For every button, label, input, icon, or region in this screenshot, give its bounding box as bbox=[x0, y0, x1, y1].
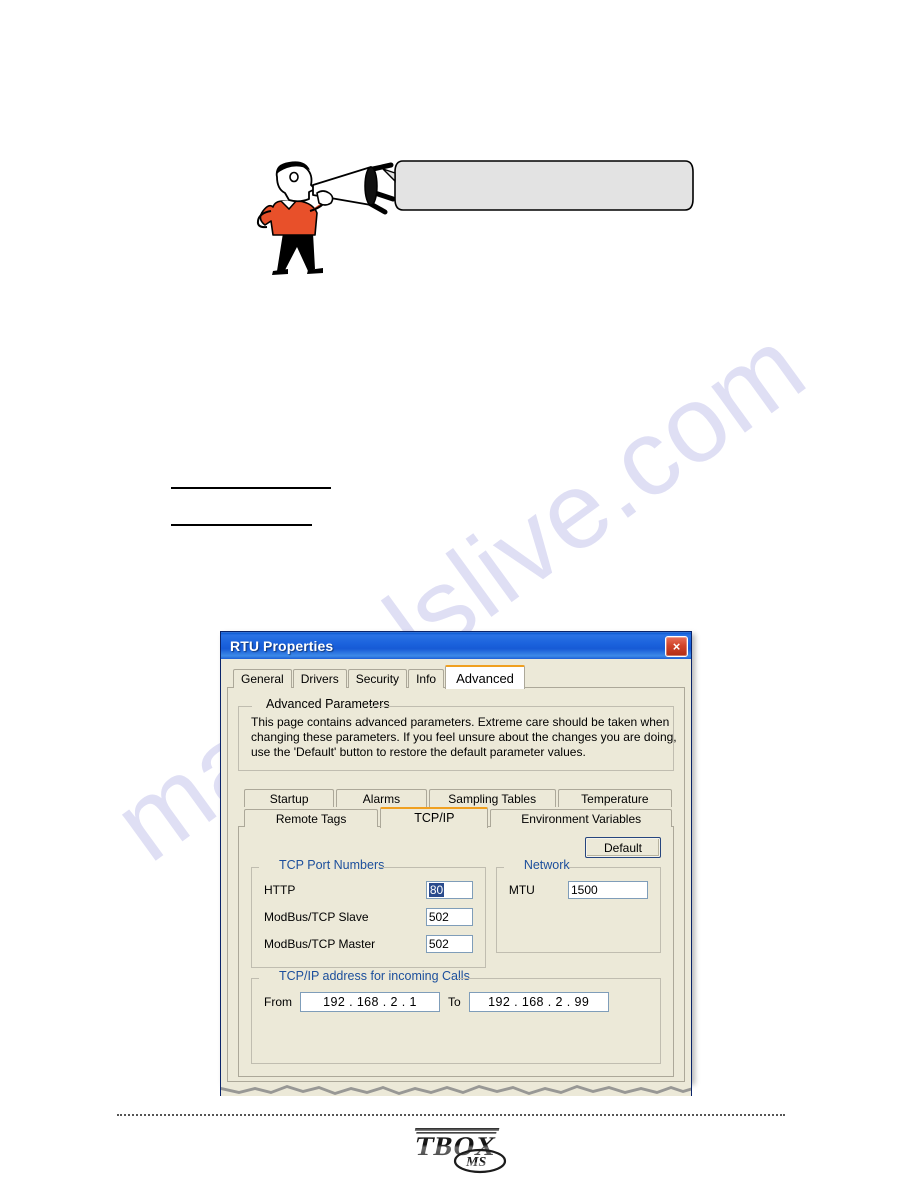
dialog-title: RTU Properties bbox=[230, 638, 334, 654]
dialog-titlebar: RTU Properties × bbox=[221, 632, 691, 659]
subtab-startup[interactable]: Startup bbox=[244, 789, 335, 807]
rtu-properties-dialog: RTU Properties × General Drivers Securit… bbox=[220, 631, 692, 1082]
ip-from-input[interactable]: 192 . 168 . 2 . 1 bbox=[300, 992, 440, 1012]
http-label: HTTP bbox=[264, 883, 296, 897]
incoming-calls-title: TCP/IP address for incoming Calls bbox=[274, 970, 475, 983]
tab-drivers[interactable]: Drivers bbox=[292, 669, 347, 688]
tbox-ms-logo: TBOX MS bbox=[396, 1125, 522, 1175]
http-port-input[interactable]: 80 bbox=[425, 881, 473, 899]
advanced-parameters-group: Advanced Parameters This page contains a… bbox=[238, 698, 677, 771]
http-port-value: 80 bbox=[428, 883, 445, 897]
description-line-1: This page contains advanced parameters. … bbox=[251, 715, 670, 729]
dialog-body: General Drivers Security Info Advanced A… bbox=[221, 659, 691, 1082]
subtab-remote-tags[interactable]: Remote Tags bbox=[244, 809, 379, 827]
subtab-sampling-tables[interactable]: Sampling Tables bbox=[428, 789, 556, 807]
advanced-parameters-description: This page contains advanced parameters. … bbox=[251, 715, 677, 760]
close-icon[interactable]: × bbox=[665, 635, 688, 657]
modbus-slave-label: ModBus/TCP Slave bbox=[264, 910, 369, 924]
tab-security[interactable]: Security bbox=[347, 669, 408, 688]
to-label: To bbox=[448, 995, 461, 1009]
modbus-slave-port-row: ModBus/TCP Slave 502 bbox=[264, 908, 473, 926]
modbus-master-port-input[interactable]: 502 bbox=[425, 935, 473, 953]
description-line-3: use the 'Default' button to restore the … bbox=[251, 745, 586, 759]
tab-info[interactable]: Info bbox=[408, 669, 445, 688]
from-label: From bbox=[264, 995, 292, 1009]
advanced-subtabs: Startup Alarms Sampling Tables Temperatu… bbox=[238, 789, 674, 828]
advanced-parameters-title: Advanced Parameters bbox=[261, 698, 395, 711]
subtab-tcpip[interactable]: TCP/IP bbox=[380, 807, 489, 828]
megaphone-illustration bbox=[255, 155, 695, 280]
subtab-temperature[interactable]: Temperature bbox=[557, 789, 672, 807]
horizontal-rule-lower bbox=[171, 524, 312, 526]
incoming-calls-group: TCP/IP address for incoming Calls From 1… bbox=[251, 970, 661, 1064]
footer-divider bbox=[117, 1114, 785, 1118]
network-title: Network bbox=[518, 859, 575, 872]
network-column: Network MTU 1500 bbox=[495, 859, 662, 968]
subtab-environment-variables[interactable]: Environment Variables bbox=[490, 809, 672, 827]
subtab-row-1: Startup Alarms Sampling Tables Temperatu… bbox=[238, 789, 674, 807]
advanced-tab-page: Advanced Parameters This page contains a… bbox=[227, 687, 685, 1082]
tab-advanced[interactable]: Advanced bbox=[445, 665, 525, 689]
torn-bottom-edge bbox=[220, 1082, 692, 1096]
mtu-row: MTU 1500 bbox=[509, 881, 648, 899]
tcp-ports-column: TCP Port Numbers HTTP 80 ModBus/TCP Slav… bbox=[251, 859, 486, 968]
main-tabstrip: General Drivers Security Info Advanced bbox=[227, 665, 685, 689]
rtu-properties-dialog-screenshot: RTU Properties × General Drivers Securit… bbox=[220, 631, 692, 1096]
tcpip-columns: TCP Port Numbers HTTP 80 ModBus/TCP Slav… bbox=[251, 859, 662, 968]
modbus-master-port-row: ModBus/TCP Master 502 bbox=[264, 935, 473, 953]
tcp-port-numbers-title: TCP Port Numbers bbox=[274, 859, 390, 872]
description-line-2: changing these parameters. If you feel u… bbox=[251, 730, 677, 744]
http-port-row: HTTP 80 bbox=[264, 881, 473, 899]
svg-text:MS: MS bbox=[465, 1155, 486, 1170]
default-button-row: Default bbox=[251, 837, 661, 858]
tcpip-subpage: Default TCP Port Numbers HTTP 80 ModBus/… bbox=[238, 826, 674, 1077]
network-group: Network MTU 1500 bbox=[495, 859, 662, 953]
horizontal-rule-upper bbox=[171, 487, 331, 489]
mtu-label: MTU bbox=[508, 883, 535, 897]
tcp-port-numbers-group: TCP Port Numbers HTTP 80 ModBus/TCP Slav… bbox=[251, 859, 486, 968]
ip-range-row: From 192 . 168 . 2 . 1 To 192 . 168 . 2 … bbox=[264, 992, 648, 1012]
mtu-input[interactable]: 1500 bbox=[568, 881, 648, 899]
subtab-alarms[interactable]: Alarms bbox=[336, 789, 427, 807]
modbus-master-label: ModBus/TCP Master bbox=[264, 937, 376, 951]
tab-general[interactable]: General bbox=[233, 669, 292, 688]
ip-to-input[interactable]: 192 . 168 . 2 . 99 bbox=[468, 992, 609, 1012]
default-button[interactable]: Default bbox=[585, 837, 661, 858]
subtab-row-2: Remote Tags TCP/IP Environment Variables bbox=[238, 807, 674, 828]
modbus-slave-port-input[interactable]: 502 bbox=[425, 908, 473, 926]
